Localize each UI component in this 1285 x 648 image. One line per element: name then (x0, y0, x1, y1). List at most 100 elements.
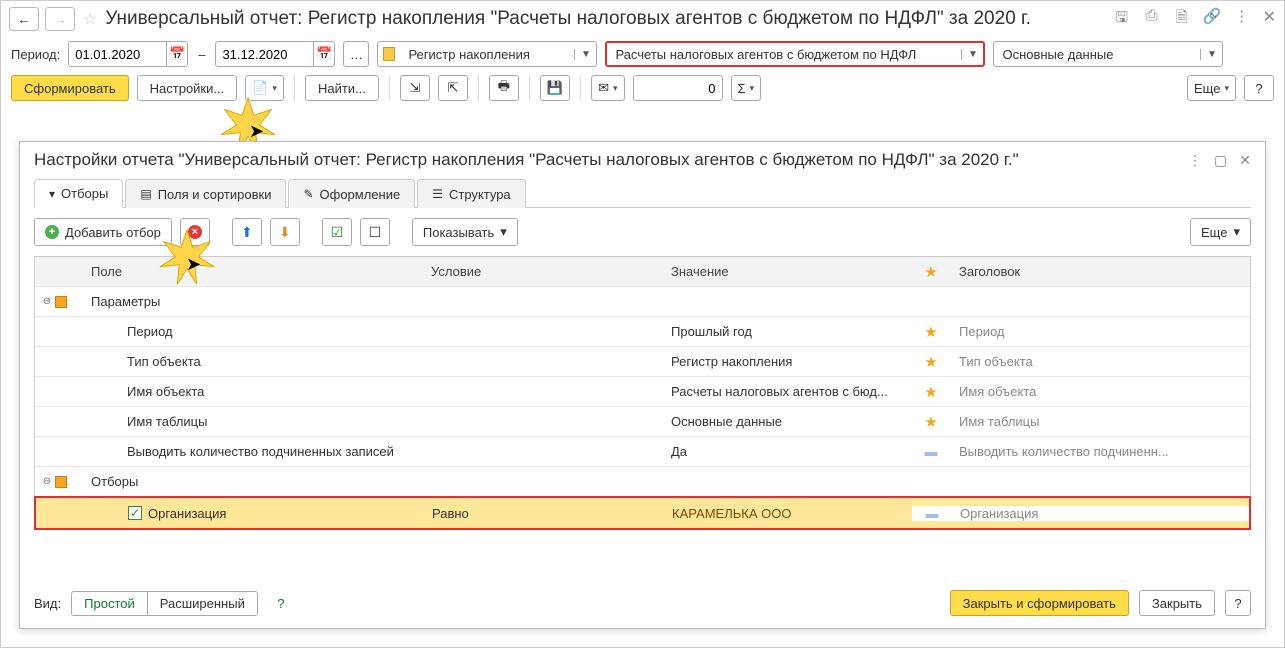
object-name-text: Расчеты налоговых агентов с бюджетом по … (607, 47, 961, 62)
sigma-button[interactable]: Σ▾ (731, 75, 762, 101)
separator (389, 76, 390, 100)
period-from-input[interactable] (69, 47, 166, 62)
star-icon[interactable]: ▬ (925, 444, 938, 459)
tree-icon: ☰ (432, 187, 443, 201)
move-down-button[interactable]: ⬇ (270, 218, 300, 246)
dash-separator: – (198, 47, 205, 62)
help-button[interactable]: ? (1244, 75, 1274, 101)
plus-icon: + (45, 225, 59, 239)
help-icon[interactable]: ? (268, 590, 294, 616)
star-icon[interactable]: ★ (924, 414, 937, 431)
separator (580, 76, 581, 100)
collapse-icon[interactable]: ⊖ (41, 296, 53, 307)
close-icon[interactable]: ✕ (1239, 152, 1251, 169)
tab-fields[interactable]: ▤Поля и сортировки (125, 179, 286, 208)
link-icon[interactable]: 🔗 (1203, 7, 1221, 32)
collapse-icon[interactable]: ⇱ (438, 75, 468, 101)
tab-filters[interactable]: ▾Отборы (34, 179, 123, 208)
star-icon[interactable]: ★ (924, 384, 937, 401)
star-icon[interactable]: ★ (924, 324, 937, 341)
checkbox-icon[interactable]: ✓ (128, 506, 142, 520)
print-icon[interactable]: ⎙ (1143, 7, 1161, 32)
star-icon[interactable]: ★ (924, 354, 937, 371)
variants-button[interactable]: 📄▾ (245, 75, 284, 101)
more-icon[interactable]: ⋮ (1233, 7, 1251, 32)
numeric-input[interactable] (634, 81, 722, 96)
tab-design[interactable]: ✎Оформление (288, 179, 415, 208)
chevron-down-icon: ▼ (574, 49, 596, 60)
table-header: Поле Условие Значение ★ Заголовок (35, 257, 1250, 287)
table-row[interactable]: ⊖ Отборы (35, 467, 1250, 497)
numeric-field[interactable] (633, 75, 723, 101)
table-row[interactable]: Выводить количество подчиненных записей … (35, 437, 1250, 467)
form-button[interactable]: Сформировать (11, 75, 129, 101)
delete-icon: × (188, 225, 202, 239)
settings-button[interactable]: Настройки... (137, 75, 238, 101)
uncheck-all-button[interactable]: ☐ (360, 218, 390, 246)
find-button[interactable]: Найти... (305, 75, 379, 101)
period-from-field[interactable]: 📅 (68, 41, 188, 67)
delete-button[interactable]: × (180, 218, 210, 246)
calendar-icon[interactable]: 📅 (313, 42, 334, 66)
star-icon[interactable]: ▬ (926, 506, 939, 521)
mail-button[interactable]: ✉▾ (591, 75, 624, 101)
view-mode-toggle[interactable]: Простой Расширенный (71, 591, 258, 616)
help-button[interactable]: ? (1225, 590, 1251, 616)
view-simple[interactable]: Простой (72, 592, 147, 615)
register-type-text: Регистр накопления (400, 47, 574, 62)
col-field: Поле (83, 264, 423, 279)
table-row[interactable]: Тип объекта Регистр накопления ★ Тип объ… (35, 347, 1250, 377)
close-icon[interactable]: ✕ (1263, 7, 1276, 32)
object-name-select[interactable]: Расчеты налоговых агентов с бюджетом по … (605, 41, 985, 67)
settings-dialog: Настройки отчета "Универсальный отчет: Р… (19, 141, 1266, 629)
check-all-button[interactable]: ☑ (322, 218, 352, 246)
separator (529, 76, 530, 100)
favorite-star-icon[interactable]: ☆ (83, 9, 97, 29)
table-name-text: Основные данные (994, 47, 1200, 62)
separator (478, 76, 479, 100)
close-and-form-button[interactable]: Закрыть и сформировать (950, 590, 1129, 616)
columns-icon: ▤ (140, 187, 151, 201)
nav-back-button[interactable]: ← (9, 7, 39, 31)
view-advanced[interactable]: Расширенный (147, 592, 257, 615)
nav-forward-button[interactable]: → (45, 7, 75, 31)
table-row[interactable]: Имя таблицы Основные данные ★ Имя таблиц… (35, 407, 1250, 437)
show-button[interactable]: Показывать ▾ (412, 218, 518, 246)
table-row[interactable]: ✓Организация Равно КАРАМЕЛЬКА ООО ▬ Орга… (36, 498, 1249, 528)
save-icon[interactable]: 🖫 (1113, 7, 1131, 32)
calendar-icon[interactable]: 📅 (166, 42, 187, 66)
filters-table: Поле Условие Значение ★ Заголовок ⊖ Пара… (34, 256, 1251, 530)
view-label: Вид: (34, 596, 61, 611)
cursor-icon: ➤ (186, 254, 201, 275)
tab-structure[interactable]: ☰Структура (417, 179, 525, 208)
more-icon[interactable]: ⋮ (1188, 152, 1202, 169)
highlighted-row-frame: ✓Организация Равно КАРАМЕЛЬКА ООО ▬ Орга… (34, 496, 1251, 530)
period-to-input[interactable] (216, 47, 313, 62)
table-row[interactable]: Период Прошлый год ★ Период (35, 317, 1250, 347)
cursor-icon: ➤ (249, 121, 264, 142)
period-ellipsis-button[interactable]: … (343, 41, 369, 67)
register-type-select[interactable]: Регистр накопления ▼ (377, 41, 597, 67)
save-icon[interactable]: 💾 (540, 75, 570, 101)
period-to-field[interactable]: 📅 (215, 41, 335, 67)
more-button[interactable]: Еще ▾ (1190, 218, 1251, 246)
group-icon (55, 476, 67, 488)
table-row[interactable]: Имя объекта Расчеты налоговых агентов с … (35, 377, 1250, 407)
close-button[interactable]: Закрыть (1139, 590, 1215, 616)
printer-icon[interactable]: 🖶 (489, 75, 519, 101)
expand-icon[interactable]: ⇲ (400, 75, 430, 101)
table-name-select[interactable]: Основные данные ▼ (993, 41, 1223, 67)
add-filter-button[interactable]: + Добавить отбор (34, 218, 172, 246)
separator (294, 76, 295, 100)
period-label: Период: (11, 47, 60, 62)
col-condition: Условие (423, 264, 663, 279)
col-value: Значение (663, 264, 911, 279)
more-button[interactable]: Еще ▾ (1187, 75, 1236, 101)
move-up-button[interactable]: ⬆ (232, 218, 262, 246)
chevron-down-icon: ▼ (961, 49, 983, 60)
collapse-icon[interactable]: ⊖ (41, 476, 53, 487)
table-row[interactable]: ⊖ Параметры (35, 287, 1250, 317)
page-title: Универсальный отчет: Регистр накопления … (105, 8, 1106, 30)
attach-icon[interactable]: 🗎 (1173, 7, 1191, 32)
maximize-icon[interactable]: ▢ (1214, 152, 1227, 169)
